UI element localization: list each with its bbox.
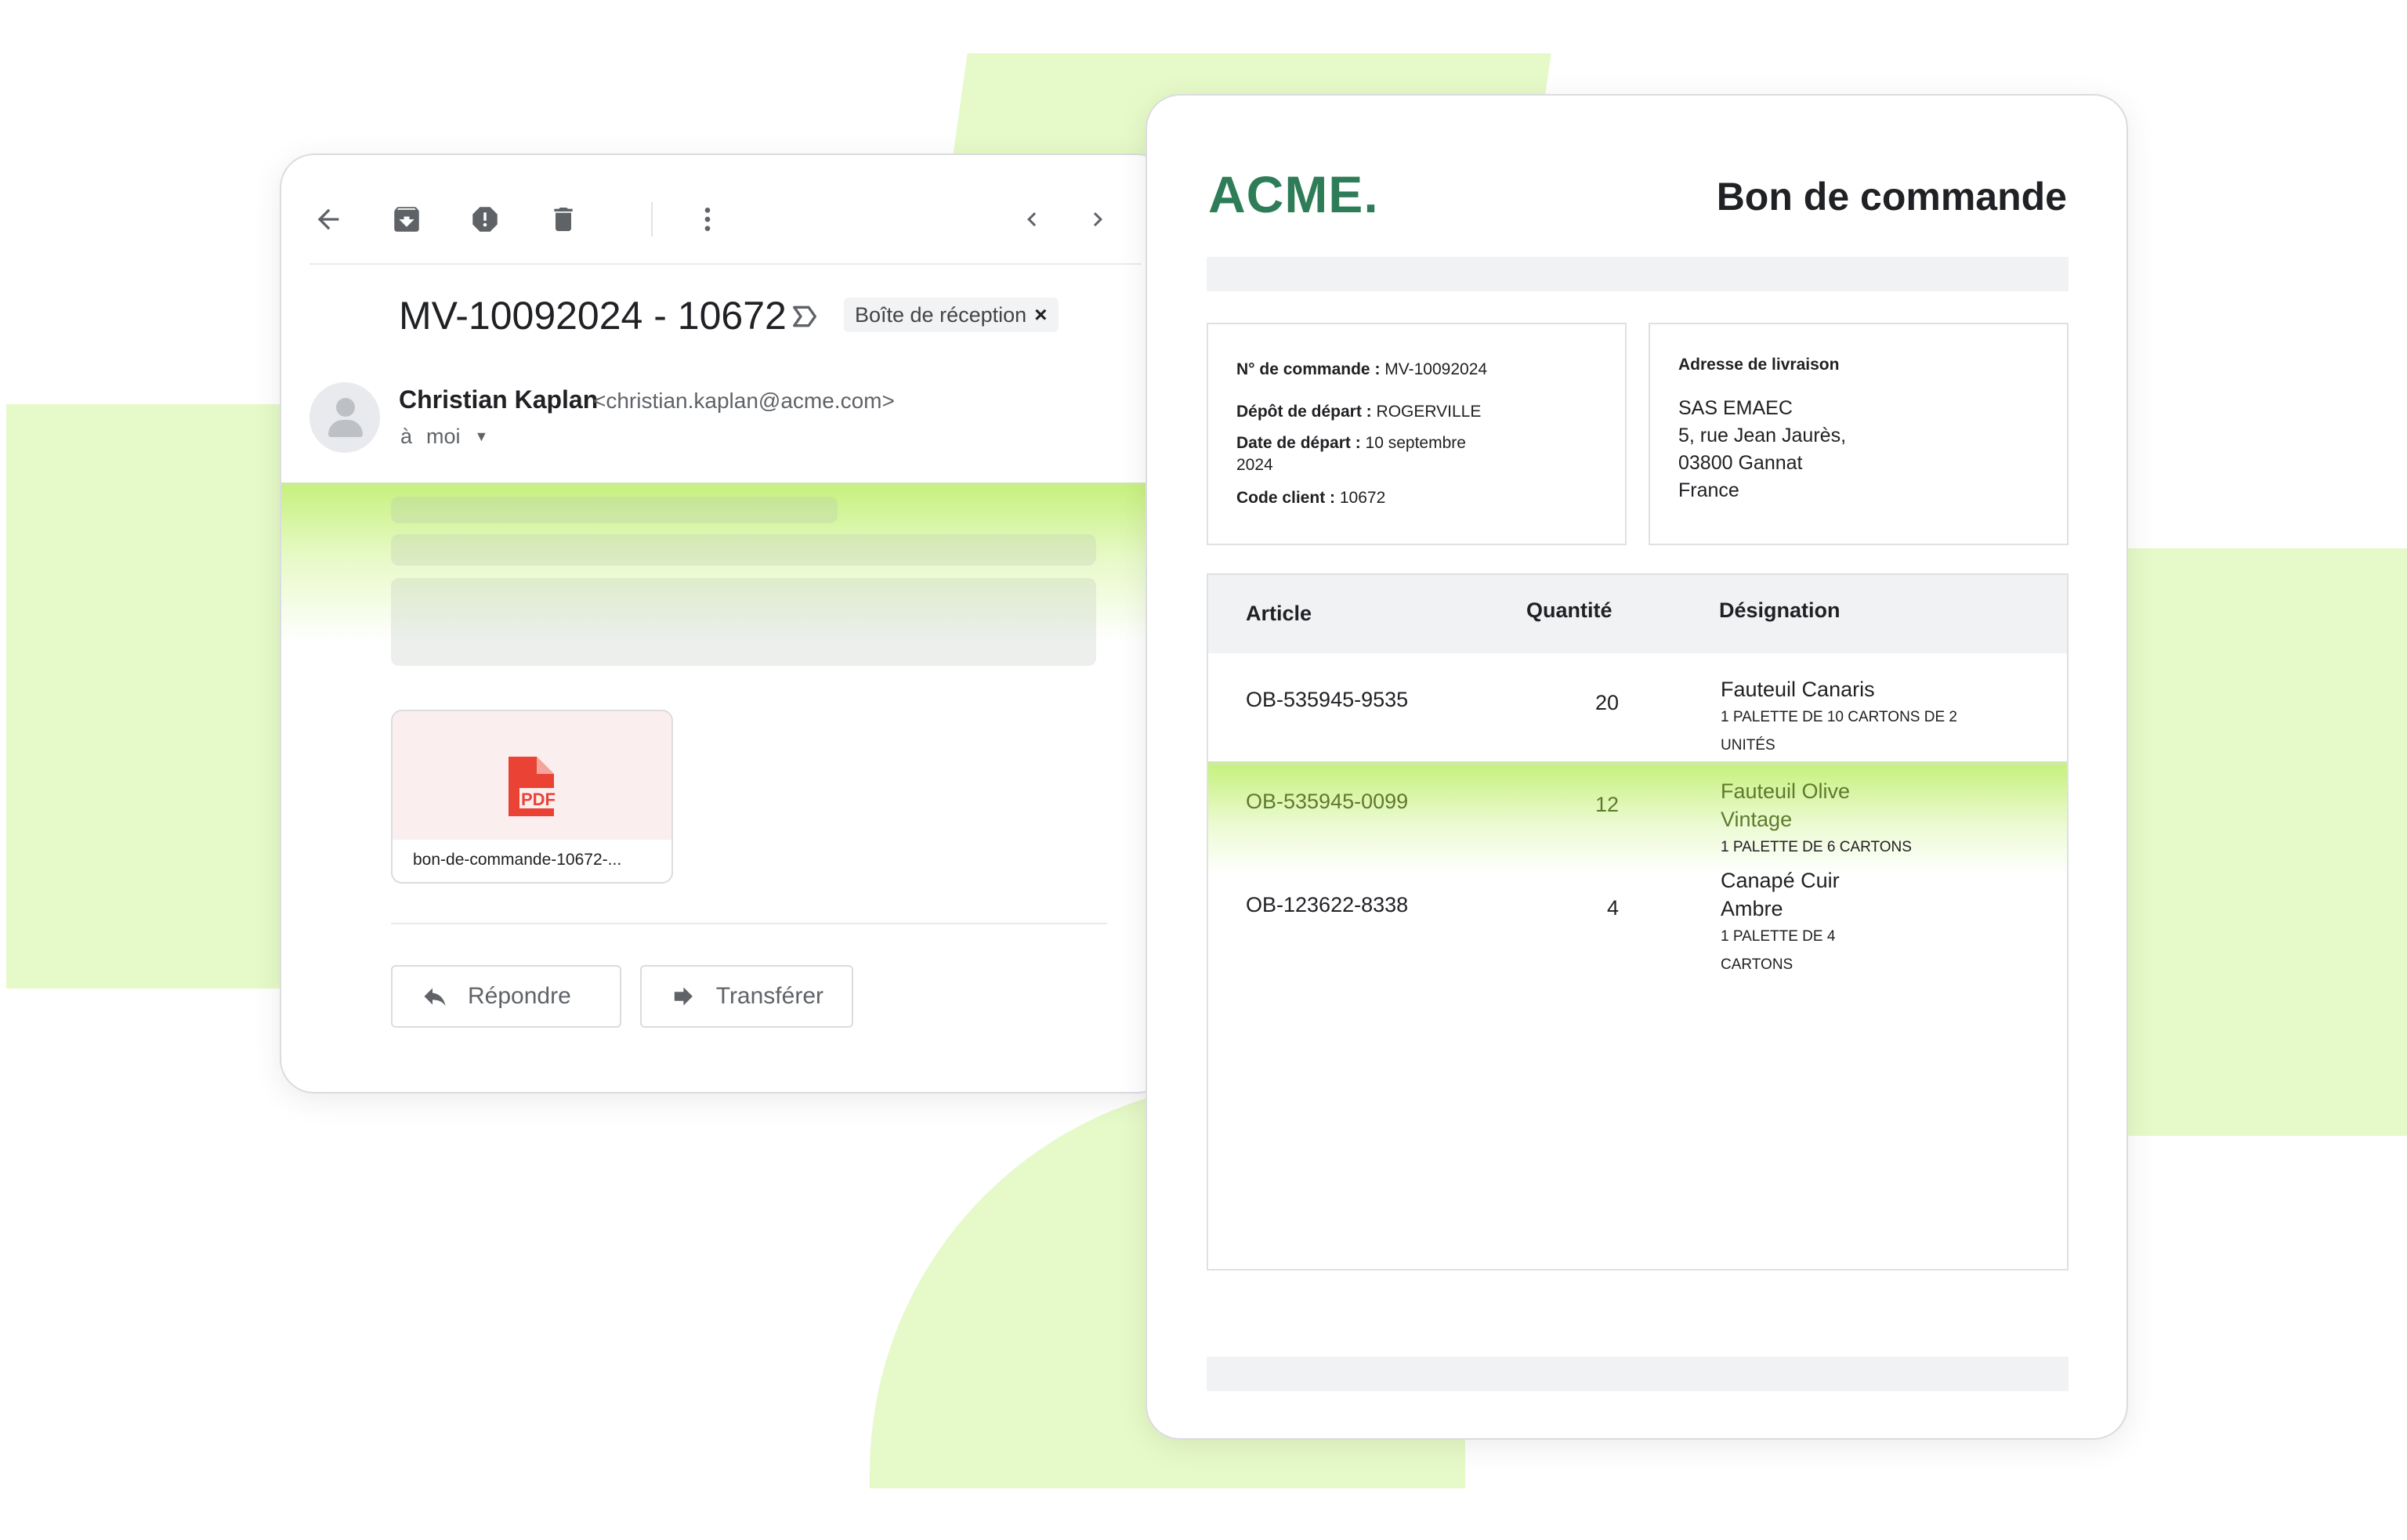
delivery-address: SAS EMAEC 5, rue Jean Jaurès, 03800 Gann… xyxy=(1678,397,1847,501)
reply-icon xyxy=(424,988,446,1006)
body-placeholder-block xyxy=(391,578,1096,666)
arrow-left-icon[interactable] xyxy=(305,196,352,243)
recipient-line[interactable]: à moi ▼ xyxy=(400,425,488,449)
archive-icon[interactable] xyxy=(383,196,430,243)
attachment-preview: PDF xyxy=(393,711,671,840)
body-placeholder-line xyxy=(391,497,838,523)
remove-label-icon[interactable]: × xyxy=(1034,302,1047,327)
cell-designation: Fauteuil Olive Vintage 1 PALETTE DE 6 CA… xyxy=(1721,779,1912,855)
depot-line: Dépôt de départ : ROGERVILLE xyxy=(1236,403,1482,421)
cell-article: OB-123622-8338 xyxy=(1246,893,1409,916)
column-header-article: Article xyxy=(1246,602,1312,625)
recipient-prefix: à xyxy=(400,425,413,448)
order-number-line: N° de commande : MV-10092024 xyxy=(1236,360,1488,378)
label-icon[interactable] xyxy=(789,301,820,340)
reply-button[interactable]: Répondre xyxy=(391,965,621,1028)
avatar xyxy=(309,382,380,453)
pdf-attachment[interactable]: PDF bon-de-commande-10672-... xyxy=(391,710,673,884)
inbox-label-chip[interactable]: Boîte de réception × xyxy=(844,298,1059,332)
toolbar-separator xyxy=(651,202,653,237)
header-placeholder-bar xyxy=(1207,257,2069,291)
column-header-designation: Désignation xyxy=(1719,598,1841,622)
table-header: Article Quantité Désignation xyxy=(1208,575,2067,653)
purchase-order-document: ACME. Bon de commande N° de commande : M… xyxy=(1146,94,2128,1440)
sender-name: Christian Kaplan xyxy=(399,385,599,414)
cell-quantity: 20 xyxy=(1594,691,1619,714)
caret-down-icon[interactable]: ▼ xyxy=(475,428,489,445)
trash-icon[interactable] xyxy=(540,196,587,243)
toolbar-divider xyxy=(309,263,1142,265)
delivery-address-box: Adresse de livraison SAS EMAEC 5, rue Je… xyxy=(1649,323,2069,545)
client-code-line: Code client : 10672 xyxy=(1236,489,1386,507)
more-vert-icon[interactable] xyxy=(684,196,731,243)
cell-designation: Canapé Cuir Ambre 1 PALETTE DE 4 CARTONS xyxy=(1721,869,1840,973)
background-shape-right xyxy=(2084,548,2407,1136)
inbox-label-text: Boîte de réception xyxy=(855,302,1027,327)
email-subject: MV-10092024 - 10672 xyxy=(399,294,787,338)
body-placeholder-line xyxy=(391,534,1096,566)
email-window: MV-10092024 - 10672 Boîte de réception ×… xyxy=(280,154,1171,1094)
pdf-file-icon: PDF xyxy=(509,757,560,816)
footer-placeholder-bar xyxy=(1207,1357,2069,1391)
svg-text:PDF: PDF xyxy=(521,790,556,809)
forward-label: Transférer xyxy=(715,983,823,1009)
cell-article: OB-535945-9535 xyxy=(1246,688,1409,711)
cell-article: OB-535945-0099 xyxy=(1246,790,1409,813)
delivery-address-title: Adresse de livraison xyxy=(1678,356,1840,374)
document-title: Bon de commande xyxy=(1716,175,2067,219)
sender-email: <christian.kaplan@acme.com> xyxy=(593,389,895,413)
forward-button[interactable]: Transférer xyxy=(640,965,853,1028)
date-line: Date de départ : 10 septembre 2024 xyxy=(1236,434,1466,474)
chevron-right-icon[interactable] xyxy=(1074,196,1121,243)
report-spam-icon[interactable] xyxy=(461,196,509,243)
body-divider xyxy=(391,923,1107,924)
email-toolbar xyxy=(305,196,1146,258)
chevron-left-icon[interactable] xyxy=(1008,196,1055,243)
attachment-filename: bon-de-commande-10672-... xyxy=(413,851,622,869)
cell-quantity: 12 xyxy=(1594,793,1619,816)
reply-label: Répondre xyxy=(468,983,571,1009)
order-info-box: N° de commande : MV-10092024 Dépôt de dé… xyxy=(1207,323,1627,545)
cell-quantity: 4 xyxy=(1606,896,1619,920)
cell-designation: Fauteuil Canaris 1 PALETTE DE 10 CARTONS… xyxy=(1721,678,1957,754)
acme-logo: ACME. xyxy=(1208,165,1379,223)
recipient-value: moi xyxy=(426,425,461,448)
order-table: Article Quantité Désignation OB-535945-9… xyxy=(1207,573,2069,1271)
column-header-quantity: Quantité xyxy=(1526,598,1613,622)
forward-icon xyxy=(674,987,693,1006)
